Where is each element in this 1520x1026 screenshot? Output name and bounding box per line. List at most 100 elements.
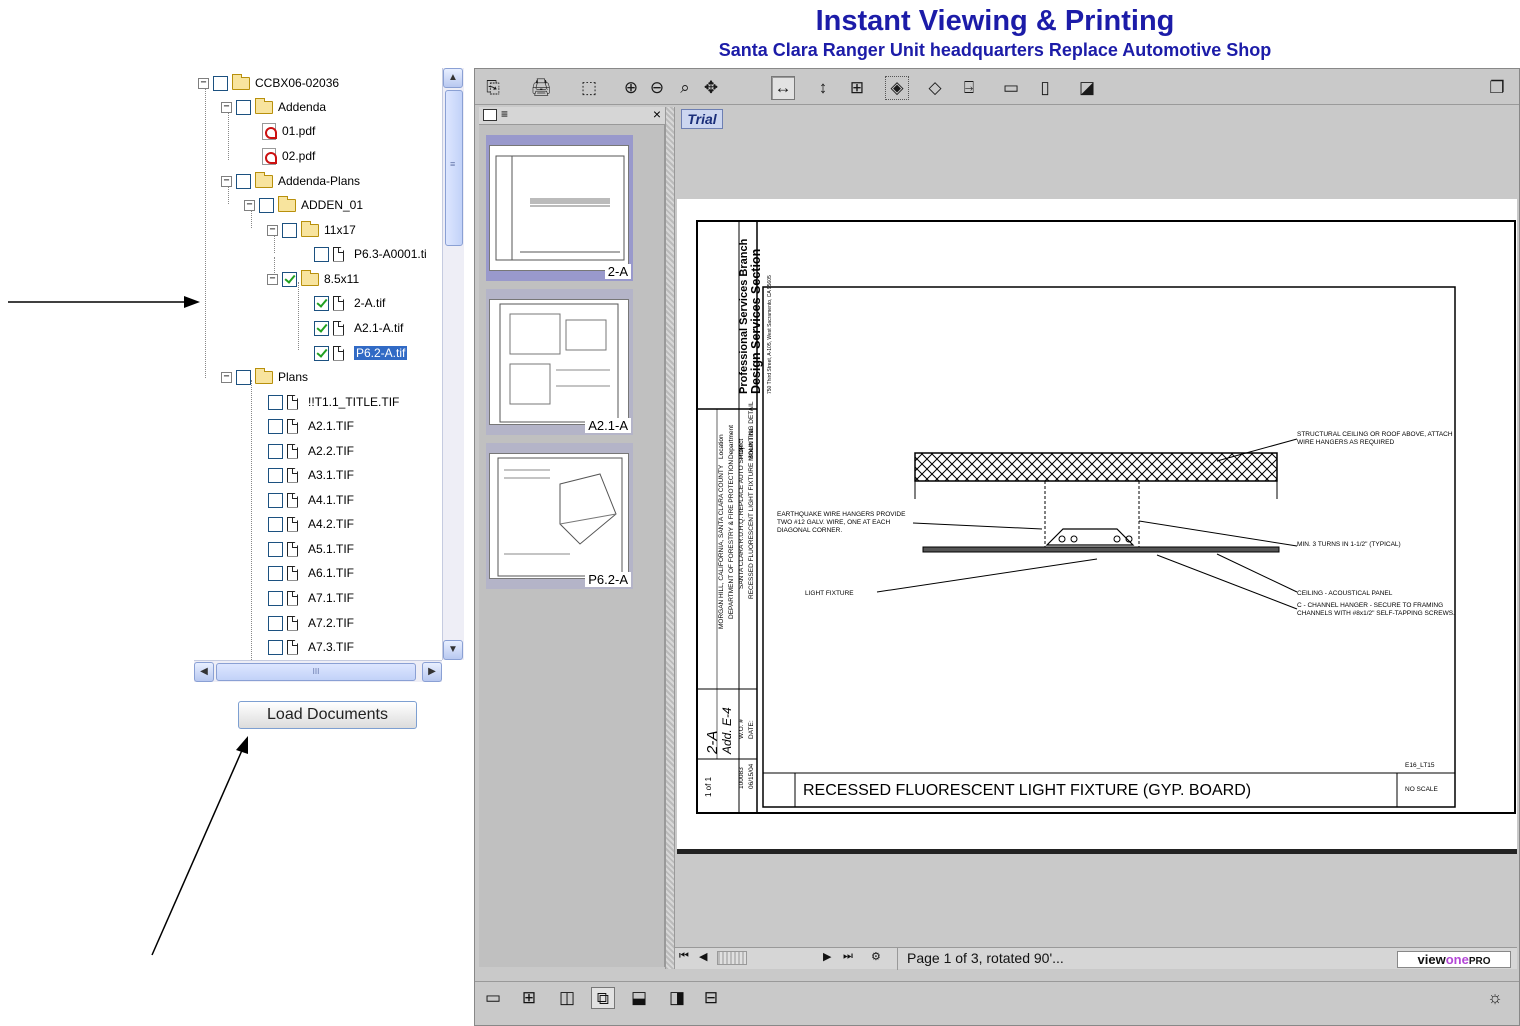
- split-vertical-icon[interactable]: ◨: [665, 987, 689, 1009]
- tree-checkbox[interactable]: [268, 516, 283, 532]
- tree-item-a7-1[interactable]: A7.1.TIF: [268, 587, 354, 609]
- prev-page-icon[interactable]: ◀: [699, 950, 707, 963]
- tree-checkbox[interactable]: [282, 222, 297, 238]
- select-tool-icon[interactable]: ⬚: [577, 76, 601, 100]
- tree-checkbox[interactable]: [268, 590, 283, 606]
- tree-checkbox[interactable]: [268, 394, 283, 410]
- scroll-down-icon[interactable]: ▼: [443, 640, 463, 660]
- tree-checkbox[interactable]: [314, 246, 329, 262]
- two-page-icon[interactable]: ◫: [555, 987, 579, 1009]
- tree-item-a2-2[interactable]: A2.2.TIF: [268, 440, 354, 462]
- pan-icon[interactable]: ✥: [699, 76, 723, 100]
- collapse-icon[interactable]: −: [198, 77, 209, 89]
- tree-checkbox[interactable]: [236, 173, 251, 189]
- tabbed-layout-icon[interactable]: ⊟: [699, 987, 723, 1009]
- thumbnail-page-2[interactable]: A2.1-A: [486, 289, 633, 435]
- tree-checkbox-checked[interactable]: [314, 320, 329, 336]
- collapse-icon[interactable]: −: [221, 371, 232, 383]
- tree-vertical-scroll-thumb[interactable]: ≡: [445, 90, 463, 246]
- tree-checkbox[interactable]: [268, 615, 283, 631]
- brightness-icon[interactable]: ☼: [1483, 987, 1507, 1009]
- zoom-out-icon[interactable]: ⊖: [645, 76, 669, 100]
- tree-item-a5-1[interactable]: A5.1.TIF: [268, 538, 354, 560]
- tree-checkbox[interactable]: [259, 197, 274, 213]
- tree-item-02-pdf[interactable]: 02.pdf: [262, 145, 315, 167]
- split-horizontal-icon[interactable]: ⬓: [627, 987, 651, 1009]
- tree-item-a4-2[interactable]: A4.2.TIF: [268, 513, 354, 535]
- export-page-icon[interactable]: ⍈: [957, 76, 981, 100]
- tree-checkbox[interactable]: [268, 565, 283, 581]
- tree-item-p6-2-a[interactable]: P6.2-A.tif: [314, 342, 408, 364]
- first-page-icon[interactable]: ⏮: [679, 950, 689, 963]
- scroll-up-icon[interactable]: ▲: [443, 68, 463, 88]
- single-view-icon[interactable]: [483, 109, 497, 121]
- collapse-icon[interactable]: −: [221, 101, 232, 113]
- rotate-right-icon[interactable]: ◇: [923, 76, 947, 100]
- tree-checkbox-checked[interactable]: [314, 295, 329, 311]
- scroll-right-icon[interactable]: ▶: [422, 662, 442, 682]
- tree-item-11x17[interactable]: − 11x17: [267, 219, 356, 241]
- collapse-icon[interactable]: −: [267, 273, 278, 285]
- tree-item-t1-1-title[interactable]: !!T1.1_TITLE.TIF: [268, 391, 399, 413]
- thumbnail-toggle-icon[interactable]: ⎘: [481, 76, 505, 100]
- tree-item-a7-3[interactable]: A7.3.TIF: [268, 636, 354, 658]
- tree-checkbox-checked[interactable]: [314, 345, 329, 361]
- collapse-icon[interactable]: −: [267, 224, 278, 236]
- fit-height-icon[interactable]: ↕: [811, 76, 835, 100]
- tree-checkbox[interactable]: [268, 443, 283, 459]
- tree-item-a4-1[interactable]: A4.1.TIF: [268, 489, 354, 511]
- collapse-icon[interactable]: −: [244, 199, 255, 211]
- list-view-icon[interactable]: ≡: [501, 107, 508, 121]
- maximize-icon[interactable]: ❐: [1485, 76, 1509, 100]
- tree-checkbox[interactable]: [268, 467, 283, 483]
- close-icon[interactable]: ×: [653, 106, 661, 122]
- tree-checkbox[interactable]: [236, 369, 251, 385]
- tree-vertical-scrollbar[interactable]: ▲ ≡ ▼: [442, 68, 464, 660]
- tree-item-adden-01[interactable]: − ADDEN_01: [244, 194, 363, 216]
- tree-item-plans[interactable]: − Plans: [221, 366, 308, 388]
- tree-horizontal-scrollbar[interactable]: ◀ III ▶: [194, 660, 442, 682]
- tree-checkbox[interactable]: [236, 99, 251, 115]
- last-page-icon[interactable]: ⏭: [843, 950, 853, 963]
- tree-checkbox[interactable]: [268, 639, 283, 655]
- tree-checkbox-checked[interactable]: [282, 271, 297, 287]
- tree-item-a6-1[interactable]: A6.1.TIF: [268, 562, 354, 584]
- load-documents-button[interactable]: Load Documents: [238, 701, 417, 729]
- next-page-icon[interactable]: ▶: [823, 950, 831, 963]
- tree-checkbox[interactable]: [268, 418, 283, 434]
- scroll-left-icon[interactable]: ◀: [194, 662, 214, 682]
- tree-item-2-a[interactable]: 2-A.tif: [314, 292, 385, 314]
- zoom-area-icon[interactable]: ⌕: [673, 76, 697, 100]
- page-first-icon[interactable]: ▭: [999, 76, 1023, 100]
- tree-item-a3-1[interactable]: A3.1.TIF: [268, 464, 354, 486]
- tree-checkbox[interactable]: [213, 75, 228, 91]
- grid-view-icon[interactable]: ⊞: [517, 987, 541, 1009]
- tree-checkbox[interactable]: [268, 492, 283, 508]
- thumbnail-page-1[interactable]: 2-A: [486, 135, 633, 281]
- tree-horizontal-scroll-thumb[interactable]: III: [216, 663, 416, 681]
- tree-item-8-5x11[interactable]: − 8.5x11: [267, 268, 359, 290]
- thumbnail-layout-icon[interactable]: ⧉: [591, 987, 615, 1009]
- collapse-icon[interactable]: −: [221, 175, 232, 187]
- invert-icon[interactable]: ◪: [1075, 76, 1099, 100]
- rotate-left-icon[interactable]: ◈: [885, 76, 909, 100]
- fit-page-icon[interactable]: ⊞: [845, 76, 869, 100]
- single-page-icon[interactable]: ▭: [481, 987, 505, 1009]
- tree-item-ccbx06-02036[interactable]: − CCBX06-02036: [198, 72, 339, 94]
- zoom-in-icon[interactable]: ⊕: [619, 76, 643, 100]
- tree-checkbox[interactable]: [268, 541, 283, 557]
- tree-item-01-pdf[interactable]: 01.pdf: [262, 120, 315, 142]
- tree-item-p6-3-a0001[interactable]: P6.3-A0001.ti: [314, 243, 427, 265]
- page-next-icon[interactable]: ▯: [1033, 76, 1057, 100]
- tree-item-a7-2[interactable]: A7.2.TIF: [268, 612, 354, 634]
- thumbnail-page-3[interactable]: P6.2-A: [486, 443, 633, 589]
- tree-item-a2-1-a[interactable]: A2.1-A.tif: [314, 317, 403, 339]
- fit-width-icon[interactable]: ↔: [771, 76, 795, 100]
- panel-splitter[interactable]: [665, 107, 675, 969]
- tree-item-addenda-plans[interactable]: − Addenda-Plans: [221, 170, 360, 192]
- settings-gear-icon[interactable]: ⚙: [871, 950, 881, 963]
- print-icon[interactable]: 🖨: [529, 76, 553, 100]
- tree-item-a2-1[interactable]: A2.1.TIF: [268, 415, 354, 437]
- tree-item-addenda[interactable]: − Addenda: [221, 96, 326, 118]
- page-slider[interactable]: [717, 951, 747, 965]
